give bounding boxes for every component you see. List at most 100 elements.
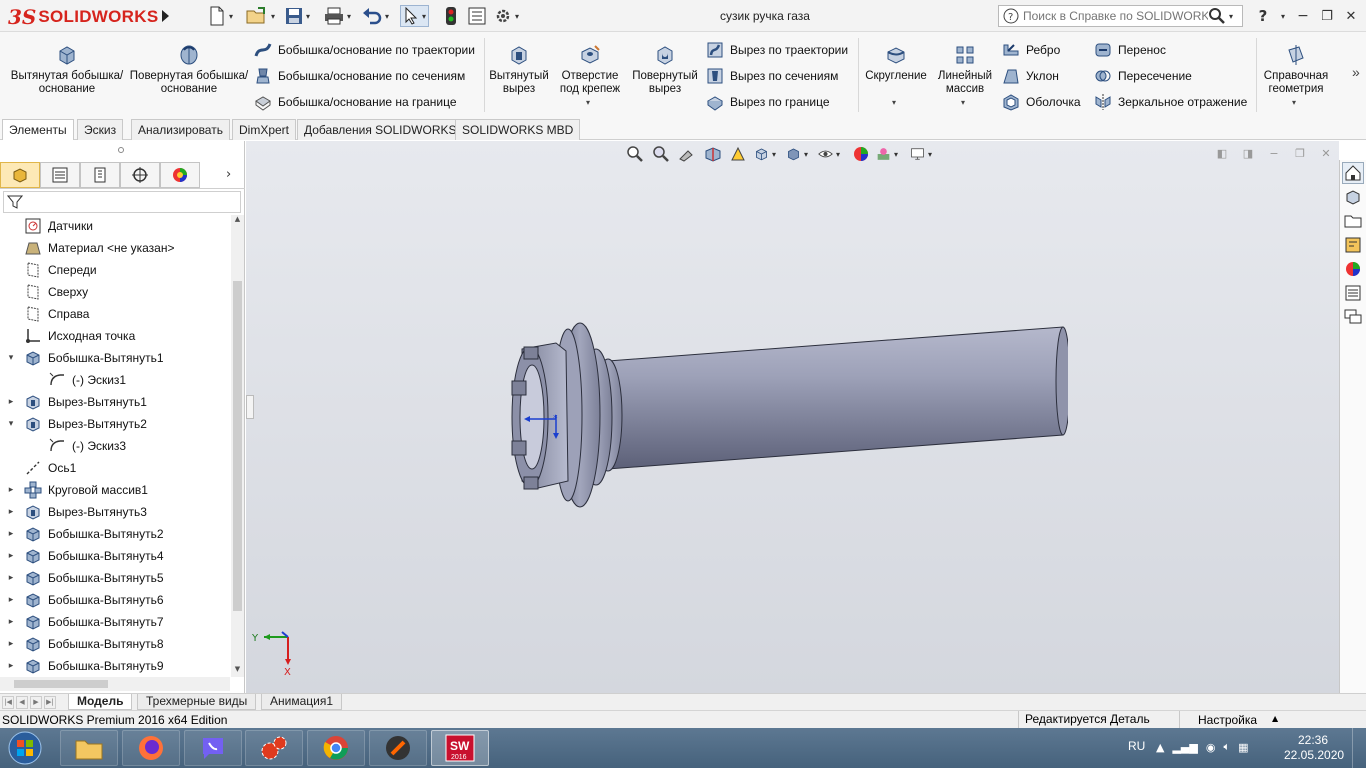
expand-toggle-icon[interactable]: ▸ — [4, 483, 18, 497]
search-icon[interactable] — [1208, 7, 1226, 25]
tree-node[interactable]: ▸ Бобышка-Вытянуть6 — [0, 589, 230, 611]
tab-dimxpert[interactable]: DimXpert — [232, 119, 297, 140]
tray-viber-icon[interactable]: ◉ — [1206, 741, 1216, 754]
tree-node[interactable]: (-) Эскиз1 — [0, 369, 230, 391]
zoom-area-button[interactable] — [650, 143, 672, 165]
tree-node[interactable]: ▸ Бобышка-Вытянуть2 — [0, 523, 230, 545]
scroll-thumb[interactable] — [14, 680, 108, 688]
revolved-cut-button[interactable]: Повернутый вырез — [630, 44, 700, 96]
linear-pattern-button[interactable]: Линейный массив — [934, 44, 996, 96]
tree-node[interactable]: ▸ Бобышка-Вытянуть8 — [0, 633, 230, 655]
tab-configuration-manager[interactable] — [80, 162, 120, 188]
restore-button[interactable]: ❐ — [1316, 6, 1338, 26]
tree-node[interactable]: ▸ Вырез-Вытянуть1 — [0, 391, 230, 413]
taskbar-file-explorer[interactable] — [60, 730, 118, 766]
close-button[interactable]: ✕ — [1340, 6, 1362, 26]
prev-tab-icon[interactable]: ◀ — [16, 696, 28, 709]
scroll-down-icon[interactable]: ▼ — [231, 665, 244, 677]
solidworks-logo[interactable]: 3S SOLIDWORKS — [8, 5, 158, 29]
select-button[interactable]: ▾ — [400, 5, 430, 27]
tray-expand-icon[interactable]: ▲ — [1156, 741, 1164, 754]
expand-toggle-icon[interactable]: ▸ — [4, 527, 18, 541]
tree-node[interactable]: Исходная точка — [0, 325, 230, 347]
intersect-button[interactable]: Пересечение — [1094, 66, 1192, 86]
forum-button[interactable] — [1342, 306, 1364, 328]
expand-toggle-icon[interactable]: ▸ — [4, 395, 18, 409]
tree-node[interactable]: ▸ Круговой массив1 — [0, 479, 230, 501]
taskbar-solidworks[interactable]: SW 2016 — [431, 730, 489, 766]
help-search-input[interactable] — [1023, 9, 1208, 23]
appearances-button[interactable] — [1342, 258, 1364, 280]
tabs-scroll-right-icon[interactable]: › — [226, 167, 231, 182]
taskbar-viber[interactable] — [184, 730, 242, 766]
panel-splitter[interactable] — [246, 395, 254, 419]
section-view-button[interactable] — [702, 143, 724, 165]
mirror-button[interactable]: Зеркальное отражение — [1094, 92, 1247, 112]
tree-vertical-scrollbar[interactable]: ▲ ▼ — [231, 215, 244, 677]
last-tab-icon[interactable]: ▶| — [44, 696, 56, 709]
fillet-button[interactable]: Скругление — [862, 44, 930, 83]
help-dropdown-icon[interactable]: ▾ — [1272, 6, 1294, 26]
expand-toggle-icon[interactable]: ▸ — [4, 615, 18, 629]
tab-display-manager[interactable] — [160, 162, 200, 188]
system-clock[interactable]: 22:36 22.05.2020 — [1284, 733, 1344, 763]
tree-horizontal-scrollbar[interactable] — [0, 677, 230, 691]
next-tab-icon[interactable]: ▶ — [30, 696, 42, 709]
scroll-thumb[interactable] — [233, 281, 242, 611]
rib-button[interactable]: Ребро — [1002, 40, 1060, 60]
boundary-cut-button[interactable]: Вырез по границе — [706, 92, 830, 112]
view-palette-button[interactable] — [1342, 234, 1364, 256]
scroll-up-icon[interactable]: ▲ — [231, 215, 244, 227]
hole-wizard-dropdown-icon[interactable]: ▾ — [586, 98, 590, 107]
tree-node[interactable]: Справа — [0, 303, 230, 325]
new-document-button[interactable]: ▾ — [208, 6, 233, 26]
tab-3d-views[interactable]: Трехмерные виды — [137, 694, 257, 710]
customize-button[interactable]: Настройка — [1198, 713, 1257, 727]
search-dropdown-icon[interactable]: ▾ — [1229, 12, 1233, 21]
start-button[interactable] — [4, 729, 46, 767]
shell-button[interactable]: Оболочка — [1002, 92, 1081, 112]
revolved-boss-button[interactable]: Повернутая бобышка/основание — [128, 44, 250, 96]
taskbar-app[interactable] — [369, 730, 427, 766]
customize-dropdown-icon[interactable]: ▲ — [1272, 714, 1278, 723]
tab-model[interactable]: Модель — [68, 694, 133, 710]
linear-pattern-dropdown-icon[interactable]: ▾ — [961, 98, 965, 107]
help-search-box[interactable]: ? ▾ — [998, 5, 1243, 27]
menu-expand-arrow-icon[interactable] — [158, 8, 172, 24]
options-button[interactable]: ▾ — [494, 6, 519, 26]
reference-geometry-button[interactable]: Справочная геометрия — [1258, 44, 1334, 96]
tab-solidworks-mbd[interactable]: SOLIDWORKS MBD — [455, 119, 581, 140]
swept-cut-button[interactable]: Вырез по траектории — [706, 40, 848, 60]
taskbar-chrome[interactable] — [307, 730, 365, 766]
expand-toggle-icon[interactable]: ▸ — [4, 659, 18, 673]
show-desktop-button[interactable] — [1352, 728, 1366, 768]
tree-node[interactable]: (-) Эскиз3 — [0, 435, 230, 457]
3d-model-throttle-grip[interactable]: * — [508, 311, 1068, 521]
swept-boss-button[interactable]: Бобышка/основание по траектории — [254, 40, 475, 60]
extruded-cut-button[interactable]: Вытянутый вырез — [488, 44, 550, 96]
edit-appearance-button[interactable] — [850, 143, 872, 165]
undo-button[interactable]: ▾ — [362, 6, 389, 26]
tree-node[interactable]: ▸ Бобышка-Вытянуть5 — [0, 567, 230, 589]
tree-node[interactable]: ▸ Вырез-Вытянуть3 — [0, 501, 230, 523]
tree-node[interactable]: Спереди — [0, 259, 230, 281]
lofted-boss-button[interactable]: Бобышка/основание по сечениям — [254, 66, 465, 86]
tree-node[interactable]: Ось1 — [0, 457, 230, 479]
save-button[interactable]: ▾ — [285, 6, 310, 26]
file-properties-button[interactable] — [468, 6, 486, 26]
tree-node[interactable]: Сверху — [0, 281, 230, 303]
rebuild-button[interactable] — [444, 6, 458, 26]
view-settings-button[interactable]: ▾ — [910, 143, 932, 165]
lofted-cut-button[interactable]: Вырез по сечениям — [706, 66, 838, 86]
tab-evaluate[interactable]: Анализировать — [131, 119, 230, 140]
file-explorer-button[interactable] — [1342, 210, 1364, 232]
tree-filter[interactable] — [3, 191, 241, 213]
custom-properties-button[interactable] — [1342, 282, 1364, 304]
help-button[interactable]: ? — [1252, 6, 1274, 26]
expand-toggle-icon[interactable]: ▾ — [4, 417, 18, 431]
graphics-area[interactable]: ▾ ▾ ▾ ▾ ▾ ◧ ◨ − ❐ ✕ * Y X — [246, 141, 1339, 693]
tree-node[interactable]: Датчики — [0, 215, 230, 237]
tree-node[interactable]: ▸ Бобышка-Вытянуть9 — [0, 655, 230, 677]
expand-toggle-icon[interactable]: ▾ — [4, 351, 18, 365]
apply-scene-button[interactable]: ▾ — [876, 143, 898, 165]
